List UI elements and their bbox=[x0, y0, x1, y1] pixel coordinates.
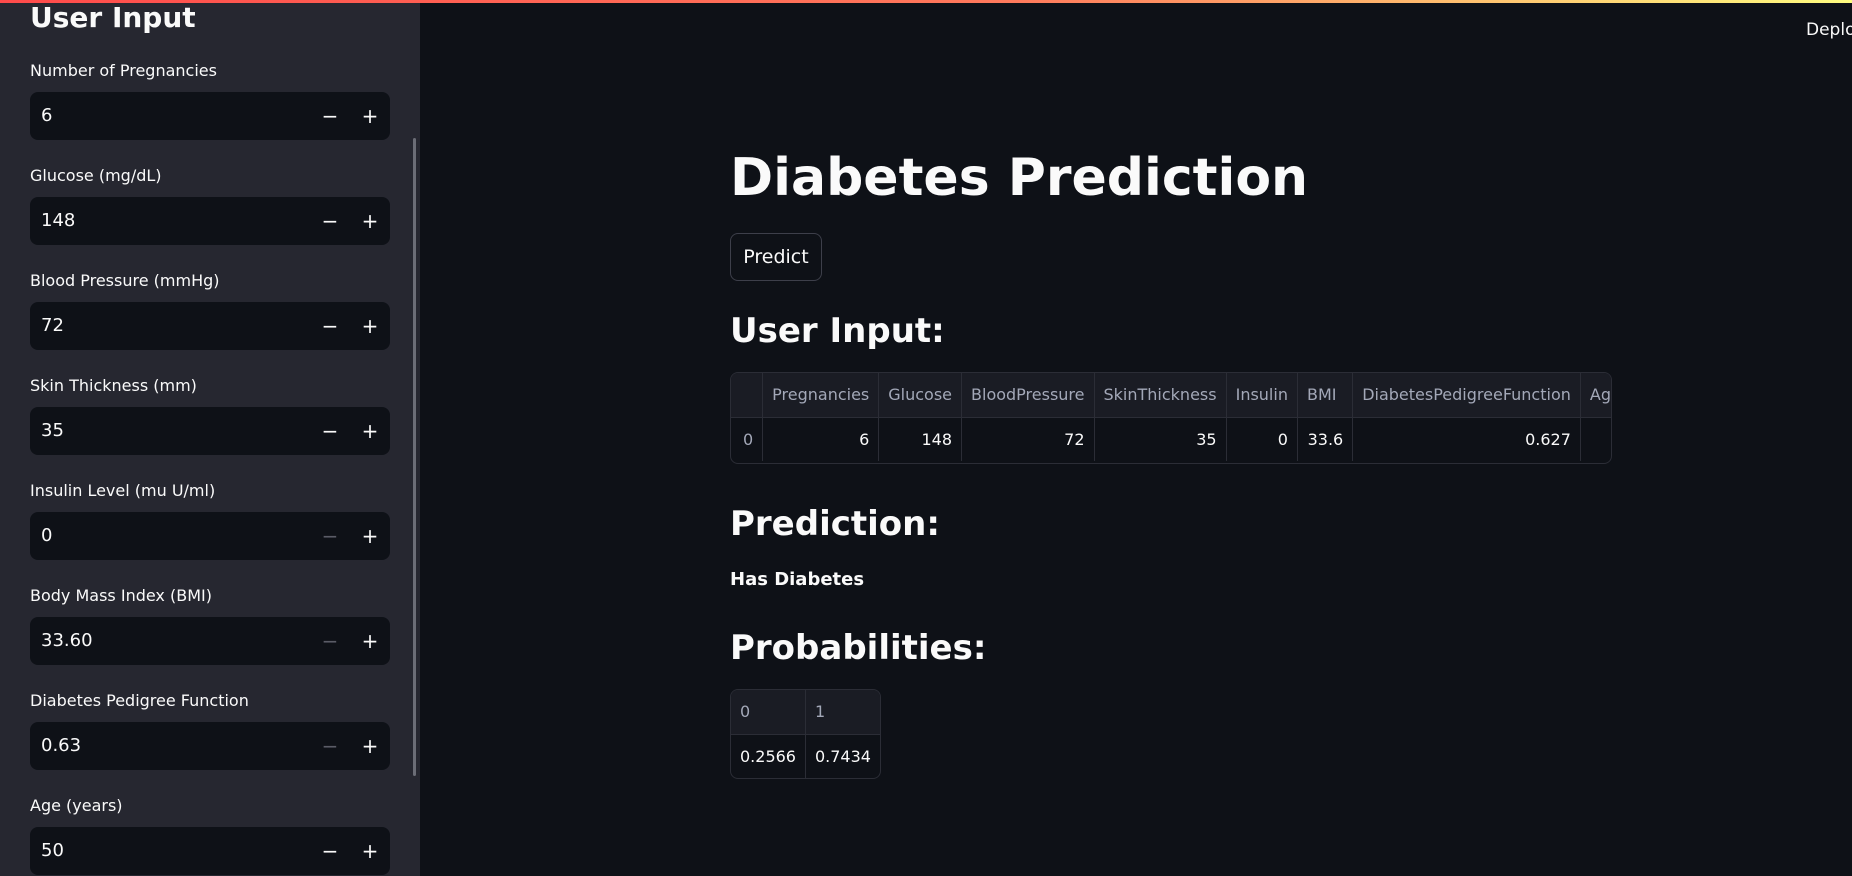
probabilities-heading: Probabilities: bbox=[730, 628, 987, 668]
skin-thickness-field: Skin Thickness (mm) 35 − + bbox=[30, 375, 390, 455]
field-label: Diabetes Pedigree Function bbox=[30, 691, 249, 710]
column-header[interactable]: SkinThickness bbox=[1094, 373, 1227, 418]
pregnancies-input[interactable]: 6 bbox=[30, 92, 310, 140]
skin-thickness-stepper[interactable]: 35 − + bbox=[30, 407, 390, 455]
column-header[interactable]: BloodPressure bbox=[961, 373, 1095, 418]
decrement-button[interactable]: − bbox=[310, 407, 350, 455]
table-cell[interactable] bbox=[1580, 417, 1611, 461]
blood-pressure-input[interactable]: 72 bbox=[30, 302, 310, 350]
glucose-input[interactable]: 148 bbox=[30, 197, 310, 245]
table-cell[interactable]: 0.627 bbox=[1352, 417, 1581, 461]
table-cell[interactable]: 0.2566 bbox=[731, 734, 806, 778]
column-header[interactable]: Glucose bbox=[878, 373, 963, 418]
table-row: 0 6 148 72 35 0 33.6 0.627 bbox=[731, 417, 1611, 461]
increment-button[interactable]: + bbox=[350, 92, 390, 140]
age-stepper[interactable]: 50 − + bbox=[30, 827, 390, 875]
user-input-dataframe[interactable]: Pregnancies Glucose BloodPressure SkinTh… bbox=[730, 372, 1612, 464]
field-label: Glucose (mg/dL) bbox=[30, 166, 162, 185]
table-cell[interactable]: 33.6 bbox=[1297, 417, 1354, 461]
increment-button[interactable]: + bbox=[350, 827, 390, 875]
pregnancies-stepper[interactable]: 6 − + bbox=[30, 92, 390, 140]
decrement-button[interactable]: − bbox=[310, 722, 350, 770]
sidebar-title: User Input bbox=[30, 1, 196, 34]
table-row: 0.2566 0.7434 bbox=[731, 734, 880, 778]
field-label: Body Mass Index (BMI) bbox=[30, 586, 212, 605]
pedigree-input[interactable]: 0.63 bbox=[30, 722, 310, 770]
age-field: Age (years) 50 − + bbox=[30, 795, 390, 875]
bmi-input[interactable]: 33.60 bbox=[30, 617, 310, 665]
table-cell[interactable]: 6 bbox=[762, 417, 880, 461]
decrement-button[interactable]: − bbox=[310, 92, 350, 140]
pedigree-stepper[interactable]: 0.63 − + bbox=[30, 722, 390, 770]
insulin-stepper[interactable]: 0 − + bbox=[30, 512, 390, 560]
column-header[interactable]: 0 bbox=[731, 690, 806, 735]
decrement-button[interactable]: − bbox=[310, 512, 350, 560]
table-cell[interactable]: 0.7434 bbox=[805, 734, 879, 778]
age-input[interactable]: 50 bbox=[30, 827, 310, 875]
column-header[interactable]: Pregnancies bbox=[762, 373, 880, 418]
increment-button[interactable]: + bbox=[350, 617, 390, 665]
predict-button[interactable]: Predict bbox=[730, 233, 822, 281]
sidebar-scrollbar[interactable] bbox=[413, 138, 416, 776]
field-label: Skin Thickness (mm) bbox=[30, 376, 197, 395]
increment-button[interactable]: + bbox=[350, 407, 390, 455]
increment-button[interactable]: + bbox=[350, 722, 390, 770]
skin-thickness-input[interactable]: 35 bbox=[30, 407, 310, 455]
increment-button[interactable]: + bbox=[350, 302, 390, 350]
insulin-field: Insulin Level (mu U/ml) 0 − + bbox=[30, 480, 390, 560]
column-header[interactable]: 1 bbox=[805, 690, 880, 735]
insulin-input[interactable]: 0 bbox=[30, 512, 310, 560]
glucose-field: Glucose (mg/dL) 148 − + bbox=[30, 165, 390, 245]
top-accent-bar bbox=[0, 0, 1852, 3]
deploy-button[interactable]: Deploy bbox=[1806, 20, 1852, 40]
increment-button[interactable]: + bbox=[350, 197, 390, 245]
decrement-button[interactable]: − bbox=[310, 617, 350, 665]
sidebar: User Input Number of Pregnancies 6 − + G… bbox=[0, 0, 420, 876]
decrement-button[interactable]: − bbox=[310, 302, 350, 350]
field-label: Age (years) bbox=[30, 796, 123, 815]
pedigree-field: Diabetes Pedigree Function 0.63 − + bbox=[30, 690, 390, 770]
bmi-stepper[interactable]: 33.60 − + bbox=[30, 617, 390, 665]
page-title: Diabetes Prediction bbox=[730, 148, 1309, 208]
column-header[interactable]: DiabetesPedigreeFunction bbox=[1352, 373, 1581, 418]
table-cell[interactable]: 0 bbox=[1226, 417, 1298, 461]
column-header[interactable] bbox=[731, 373, 764, 418]
pregnancies-field: Number of Pregnancies 6 − + bbox=[30, 60, 390, 140]
increment-button[interactable]: + bbox=[350, 512, 390, 560]
blood-pressure-field: Blood Pressure (mmHg) 72 − + bbox=[30, 270, 390, 350]
blood-pressure-stepper[interactable]: 72 − + bbox=[30, 302, 390, 350]
user-input-heading: User Input: bbox=[730, 311, 945, 351]
column-header[interactable]: BMI bbox=[1297, 373, 1354, 418]
probabilities-table: 0 1 0.2566 0.7434 bbox=[731, 690, 880, 778]
table-cell[interactable]: 35 bbox=[1094, 417, 1227, 461]
table-cell[interactable]: 72 bbox=[961, 417, 1095, 461]
prediction-heading: Prediction: bbox=[730, 504, 940, 544]
row-index[interactable]: 0 bbox=[731, 417, 764, 461]
column-header[interactable]: Ag bbox=[1580, 373, 1611, 418]
prediction-result: Has Diabetes bbox=[730, 569, 865, 590]
bmi-field: Body Mass Index (BMI) 33.60 − + bbox=[30, 585, 390, 665]
decrement-button[interactable]: − bbox=[310, 827, 350, 875]
field-label: Insulin Level (mu U/ml) bbox=[30, 481, 216, 500]
glucose-stepper[interactable]: 148 − + bbox=[30, 197, 390, 245]
table-header-row: 0 1 bbox=[731, 690, 880, 735]
table-cell[interactable]: 148 bbox=[878, 417, 963, 461]
column-header[interactable]: Insulin bbox=[1226, 373, 1298, 418]
probabilities-dataframe[interactable]: 0 1 0.2566 0.7434 bbox=[730, 689, 881, 779]
user-input-table: Pregnancies Glucose BloodPressure SkinTh… bbox=[731, 373, 1611, 461]
field-label: Blood Pressure (mmHg) bbox=[30, 271, 220, 290]
decrement-button[interactable]: − bbox=[310, 197, 350, 245]
field-label: Number of Pregnancies bbox=[30, 61, 217, 80]
table-header-row: Pregnancies Glucose BloodPressure SkinTh… bbox=[731, 373, 1611, 418]
